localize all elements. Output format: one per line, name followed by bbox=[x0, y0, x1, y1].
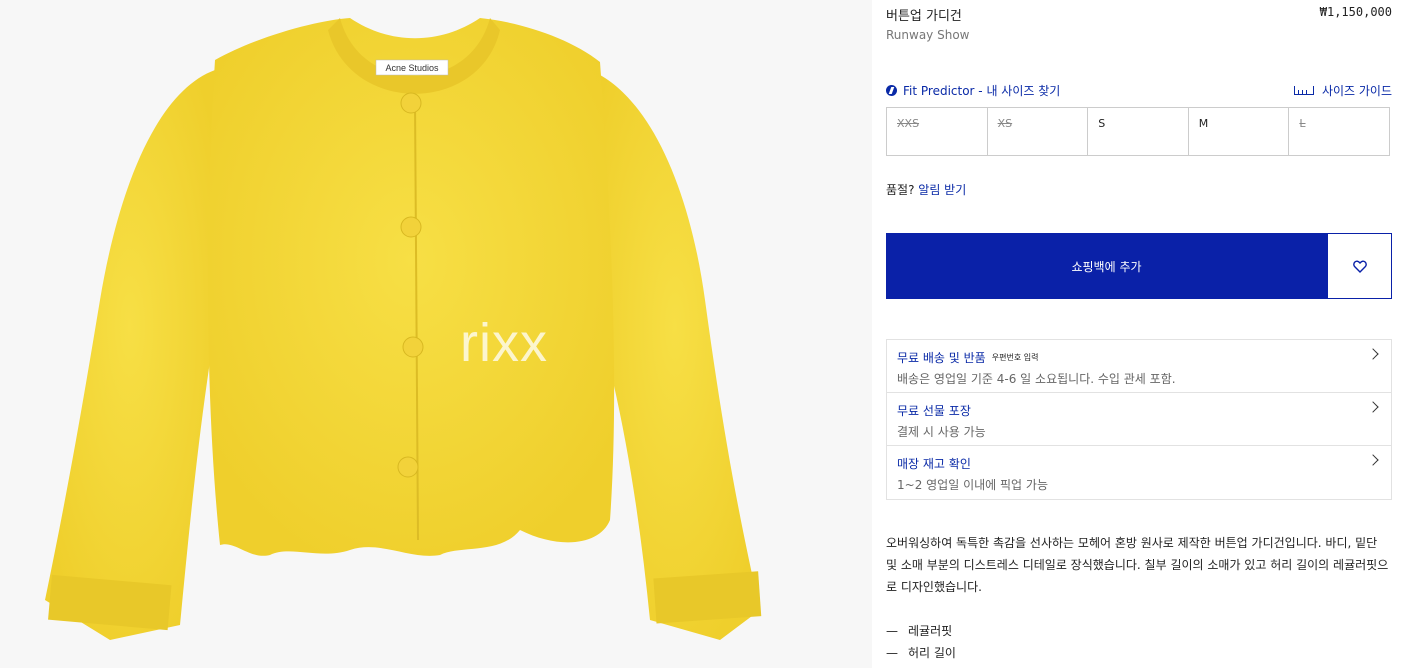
product-collection: Runway Show bbox=[886, 28, 970, 42]
soldout-notice: 품절? 알림 받기 bbox=[886, 181, 966, 198]
add-to-bag-button[interactable]: 쇼핑백에 추가 bbox=[886, 233, 1327, 299]
service-title: 무료 선물 포장 bbox=[897, 404, 971, 418]
size-option-xxs[interactable]: XXS bbox=[887, 108, 988, 155]
cart-row: 쇼핑백에 추가 bbox=[886, 233, 1392, 299]
wishlist-button[interactable] bbox=[1327, 233, 1392, 299]
fit-predictor-icon bbox=[886, 85, 897, 96]
soldout-prefix: 품절? bbox=[886, 183, 915, 197]
product-price: ₩1,150,000 bbox=[1319, 5, 1392, 19]
service-store-stock[interactable]: 매장 재고 확인 1~2 영업일 이내에 픽업 가능 bbox=[887, 446, 1391, 499]
size-option-l[interactable]: L bbox=[1289, 108, 1389, 155]
service-list: 무료 배송 및 반품 우편번호 입력 배송은 영업일 기준 4-6 일 소요됩니다… bbox=[886, 339, 1392, 500]
ruler-icon bbox=[1293, 86, 1314, 95]
service-desc: 결제 시 사용 가능 bbox=[897, 425, 986, 439]
feature-label: 허리 길이 bbox=[908, 646, 956, 660]
size-option-s[interactable]: S bbox=[1088, 108, 1189, 155]
left-sleeve bbox=[45, 70, 215, 640]
service-gift-wrap[interactable]: 무료 선물 포장 결제 시 사용 가능 bbox=[887, 393, 1391, 446]
size-guide-label: 사이즈 가이드 bbox=[1321, 84, 1392, 98]
size-option-xs[interactable]: XS bbox=[988, 108, 1089, 155]
product-description: 오버워싱하여 독특한 촉감을 선사하는 모헤어 혼방 원사로 제작한 버튼업 가… bbox=[886, 536, 1389, 594]
heart-icon bbox=[1352, 260, 1367, 273]
size-selector: XXS XS S M L bbox=[886, 107, 1390, 156]
postcode-link[interactable]: 우편번호 입력 bbox=[992, 353, 1039, 362]
feature-item: — 허리 길이 bbox=[886, 646, 956, 660]
feature-item: — 레귤러핏 bbox=[886, 624, 953, 638]
service-title: 무료 배송 및 반품 bbox=[897, 351, 986, 365]
product-title: 버튼업 가디건 bbox=[886, 9, 962, 24]
service-title: 매장 재고 확인 bbox=[897, 457, 971, 471]
watermark: rixx bbox=[460, 313, 548, 373]
fit-predictor-label: Fit Predictor - 내 사이즈 찾기 bbox=[903, 84, 1061, 98]
feature-list: — 레귤러핏 — 허리 길이 bbox=[886, 620, 956, 664]
right-cuff bbox=[653, 571, 762, 624]
fit-predictor-link[interactable]: Fit Predictor - 내 사이즈 찾기 bbox=[886, 82, 1060, 99]
size-guide-link[interactable]: 사이즈 가이드 bbox=[1293, 82, 1392, 99]
cardigan-illustration: Acne Studios bbox=[45, 18, 762, 640]
service-desc: 1~2 영업일 이내에 픽업 가능 bbox=[897, 478, 1048, 492]
chevron-right-icon bbox=[1367, 348, 1379, 360]
chevron-right-icon bbox=[1367, 454, 1379, 466]
service-free-shipping[interactable]: 무료 배송 및 반품 우편번호 입력 배송은 영업일 기준 4-6 일 소요됩니다… bbox=[887, 340, 1391, 393]
notify-me-link[interactable]: 알림 받기 bbox=[918, 183, 966, 197]
feature-label: 레귤러핏 bbox=[908, 624, 953, 638]
fit-row: Fit Predictor - 내 사이즈 찾기 사이즈 가이드 bbox=[886, 82, 1392, 100]
product-info-panel: 버튼업 가디건 ₩1,150,000 Runway Show Fit Predi… bbox=[886, 0, 1392, 668]
size-option-m[interactable]: M bbox=[1189, 108, 1290, 155]
right-sleeve bbox=[590, 70, 760, 640]
product-image[interactable]: Acne Studios rixx bbox=[0, 0, 872, 668]
service-desc: 배송은 영업일 기준 4-6 일 소요됩니다. 수입 관세 포함. bbox=[897, 372, 1176, 386]
brand-label-text: Acne Studios bbox=[385, 63, 439, 73]
chevron-right-icon bbox=[1367, 401, 1379, 413]
